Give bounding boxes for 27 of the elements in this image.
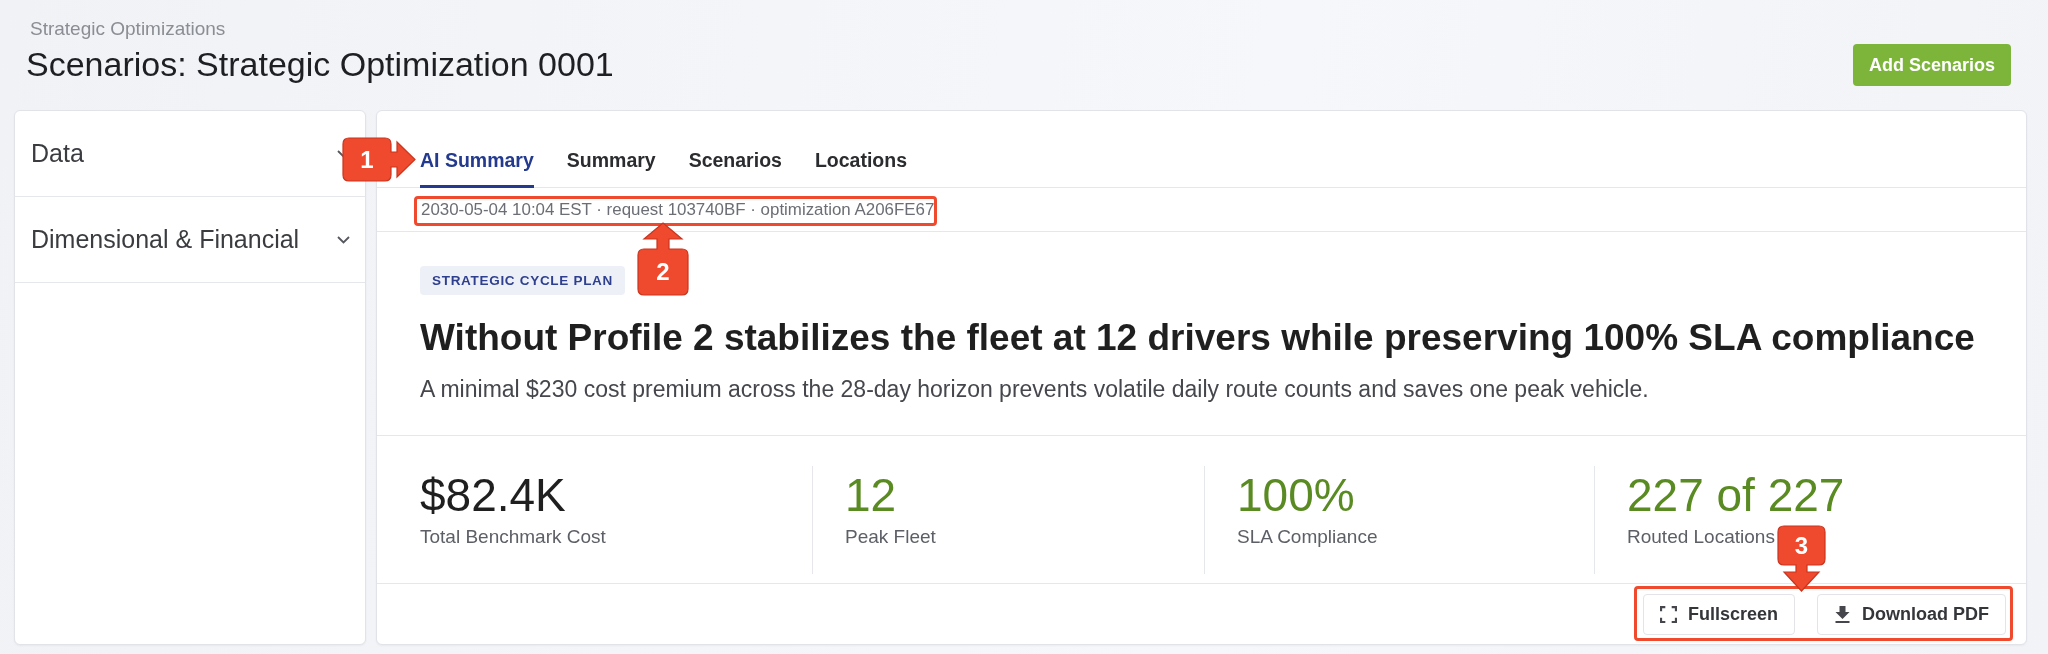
sidebar-item[interactable]: Dimensional & Financial (15, 197, 365, 283)
stat-label: Peak Fleet (845, 525, 936, 549)
stat-label: Routed Locations (1627, 525, 1775, 549)
page-title: Scenarios: Strategic Optimization 0001 (25, 44, 614, 84)
sidebar-item-label: Dimensional & Financial (31, 225, 300, 254)
stat-value: $82.4K (420, 470, 566, 520)
callout-tooltip: 1 (343, 138, 415, 181)
run-metadata: 2030-05-04 10:04 EST · request 103740BF · optimization A206FE67 (421, 198, 935, 221)
stat-label: Total Benchmark Cost (420, 525, 606, 549)
stat-value: 227 of 227 (1627, 470, 1845, 520)
fullscreen-button[interactable]: Fullscreen (1642, 593, 1795, 635)
tab[interactable]: Scenarios (688, 142, 782, 188)
summary-description: A minimal $230 cost premium across the 28-day horizon prevents volatile daily route counts and saves one peak vehicle. (420, 375, 1649, 404)
fullscreen-icon (1659, 605, 1677, 623)
plan-tag: STRATEGIC CYCLE PLAN (420, 266, 625, 295)
stat-value: 100% (1237, 470, 1355, 520)
sidebar-item-label: Data (31, 139, 84, 168)
callout-tooltip: 2 (638, 222, 688, 295)
summary-headline: Without Profile 2 stabilizes the fleet at 12 drivers while preserving 100% SLA compliance (420, 316, 1975, 360)
tab[interactable]: Locations (814, 142, 907, 188)
stat-value: 12 (845, 470, 897, 520)
stat-label: SLA Compliance (1237, 525, 1378, 549)
tab[interactable]: Summary (566, 142, 656, 188)
download-icon (1834, 605, 1851, 623)
callout-tooltip: 3 (1778, 526, 1825, 591)
tab[interactable]: AI Summary (420, 142, 534, 188)
download-pdf-button[interactable]: Download PDF (1817, 593, 2006, 635)
